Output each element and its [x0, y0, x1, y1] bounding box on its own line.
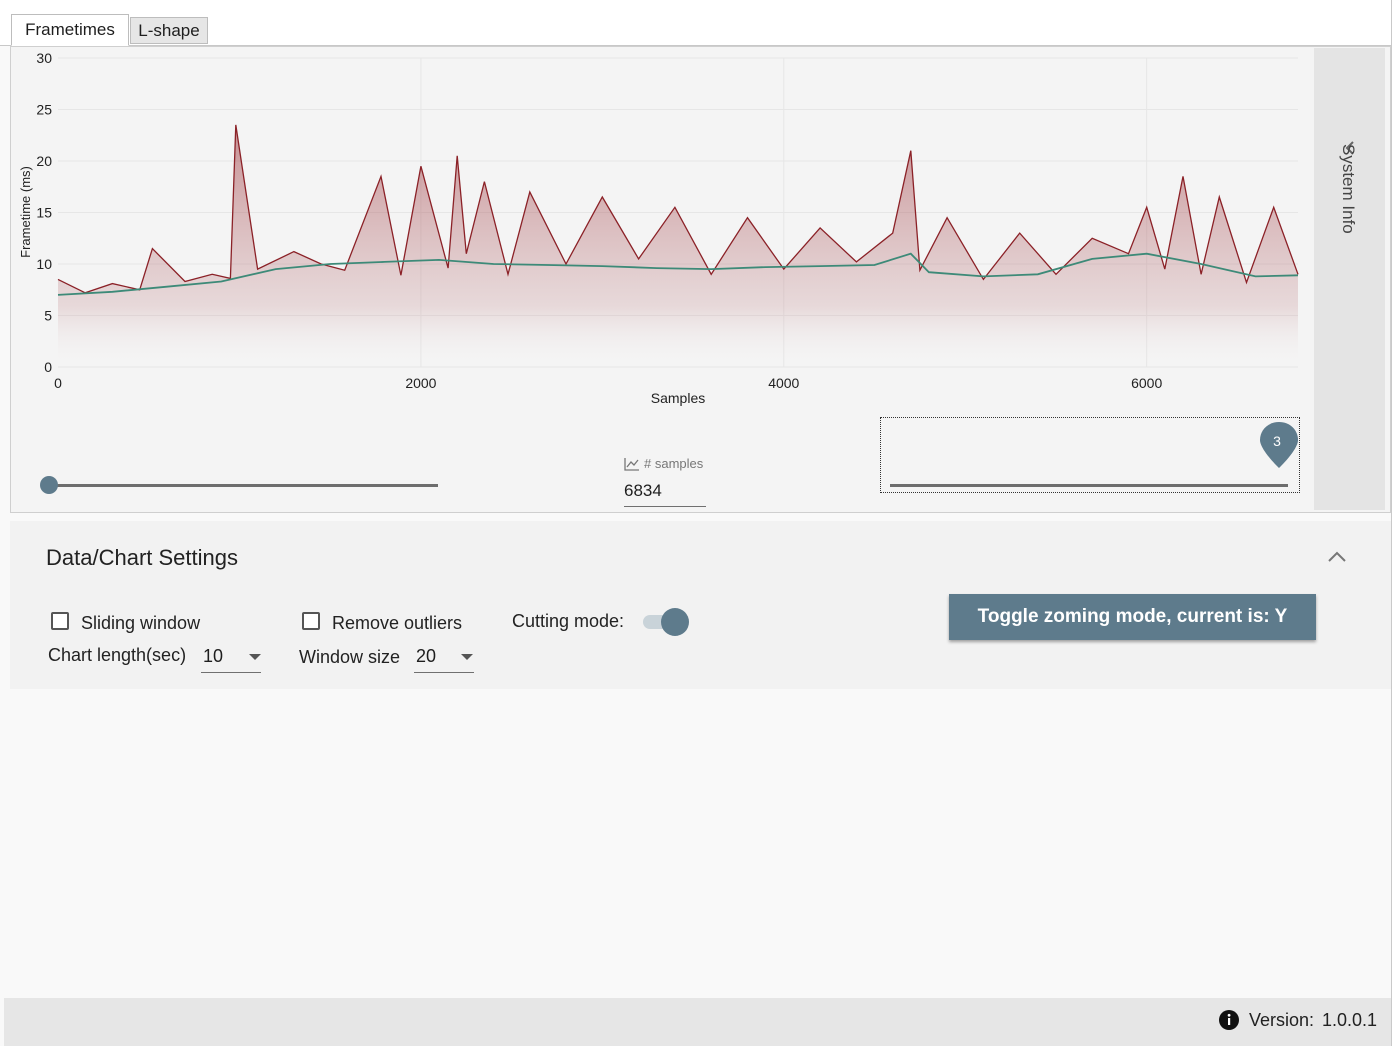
x-axis-label: Samples [651, 390, 705, 406]
sliding-window-checkbox[interactable] [51, 612, 69, 630]
chart-length-value: 10 [203, 646, 224, 666]
y-tick-label: 15 [36, 205, 52, 221]
outlier-range-slider[interactable]: 3 [880, 417, 1300, 493]
chevron-up-icon[interactable] [1326, 549, 1348, 565]
frametime-chart: 0 5 10 15 20 25 30 0 2000 4000 6000 Samples Framet… [18, 50, 1299, 406]
y-tick-label: 20 [36, 153, 52, 169]
y-tick-label: 0 [44, 359, 52, 375]
remove-outliers-checkbox[interactable] [302, 612, 320, 630]
window-edge [1391, 0, 1395, 1046]
cutting-mode-toggle[interactable] [643, 607, 691, 637]
info-icon [1219, 1010, 1239, 1030]
remove-outliers-label: Remove outliers [332, 613, 463, 633]
window-size-select[interactable]: 20 [414, 644, 474, 674]
samples-underline [624, 506, 706, 507]
chart-length-label: Chart length(sec) [48, 645, 187, 665]
system-info-panel[interactable]: System Info [1314, 48, 1385, 510]
y-tick-label: 10 [36, 256, 52, 272]
x-tick-label: 6000 [1131, 375, 1162, 391]
x-tick-label: 2000 [405, 375, 436, 391]
y-tick-label: 5 [44, 308, 52, 324]
samples-caption: # samples [644, 456, 704, 471]
slider-value-bubble[interactable]: 3 [1258, 420, 1300, 470]
chart-range-slider[interactable] [40, 476, 440, 496]
samples-value[interactable]: 6834 [624, 481, 662, 501]
select-underline [201, 672, 261, 673]
chevron-down-icon [461, 654, 473, 660]
chart-length-select[interactable]: 10 [201, 644, 261, 674]
version-value: 1.0.0.1 [1322, 1010, 1378, 1030]
y-tick-label: 30 [36, 50, 52, 66]
chevron-down-icon [249, 654, 261, 660]
slider-track [48, 484, 438, 487]
cutting-mode-label: Cutting mode: [512, 611, 625, 631]
version-label: Version: [1249, 1010, 1315, 1030]
system-info-label: System Info [1339, 144, 1358, 234]
slider-thumb[interactable] [40, 476, 58, 494]
range-track [890, 484, 1288, 487]
chart-line-icon [624, 458, 639, 471]
toggle-knob[interactable] [661, 608, 689, 636]
y-tick-label: 25 [36, 102, 52, 118]
window-size-label: Window size [299, 647, 401, 667]
status-bar: Version: 1.0.0.1 [4, 998, 1391, 1046]
select-underline [414, 672, 474, 673]
y-axis-label: Frametime (ms) [18, 166, 33, 258]
x-tick-label: 0 [54, 375, 62, 391]
sliding-window-label: Sliding window [81, 613, 201, 633]
window-size-value: 20 [416, 646, 437, 666]
bubble-value: 3 [1273, 433, 1281, 449]
toggle-zoom-mode-button[interactable]: Toggle zoming mode, current is: Y [949, 594, 1316, 640]
x-tick-label: 4000 [768, 375, 799, 391]
settings-title: Data/Chart Settings [46, 545, 238, 570]
samples-field[interactable]: # samples 6834 [624, 455, 706, 509]
